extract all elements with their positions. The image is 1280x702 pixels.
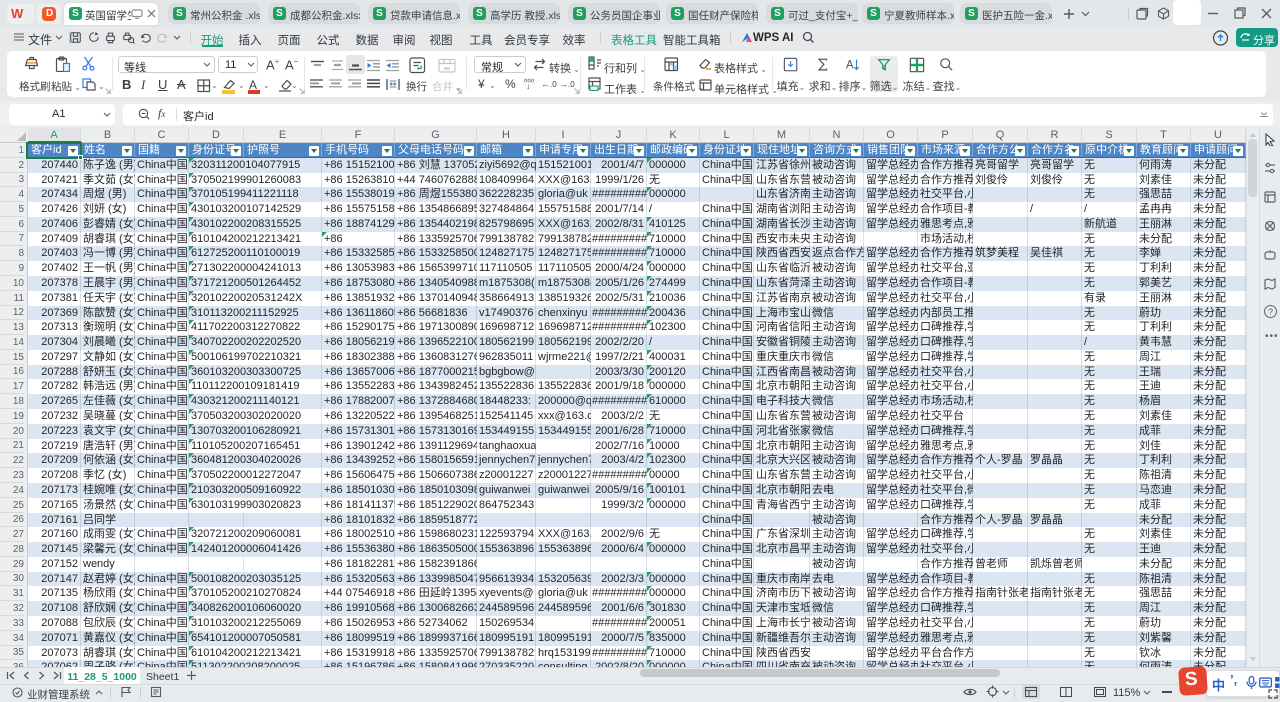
svg-text:A: A <box>846 60 854 72</box>
